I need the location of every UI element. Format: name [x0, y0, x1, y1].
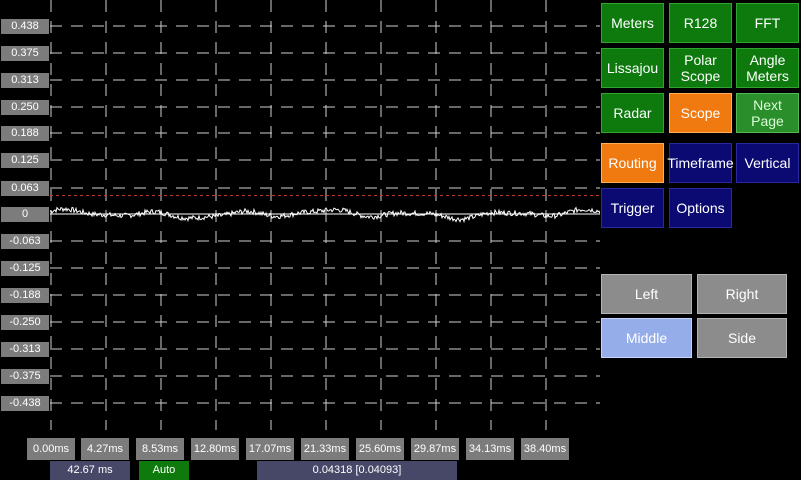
- polar-scope-button[interactable]: Polar Scope: [669, 48, 732, 88]
- timeframe-readout: 42.67 ms: [50, 461, 130, 480]
- x-tick-label: 4.27ms: [81, 438, 129, 460]
- middle-channel-button[interactable]: Middle: [601, 318, 692, 358]
- meters-button[interactable]: Meters: [601, 3, 664, 43]
- x-tick-label: 17.07ms: [246, 438, 294, 460]
- timeframe-button[interactable]: Timeframe: [667, 143, 734, 183]
- left-channel-button[interactable]: Left: [601, 274, 692, 314]
- x-tick-label: 0.00ms: [27, 438, 75, 460]
- level-readout: 0.04318 [0.04093]: [257, 461, 457, 480]
- trigger-mode-badge: Auto: [139, 461, 189, 480]
- status-bar: 42.67 ms Auto 0.04318 [0.04093]: [0, 461, 600, 480]
- routing-button[interactable]: Routing: [601, 143, 664, 183]
- x-tick-label: 29.87ms: [411, 438, 459, 460]
- scope-button[interactable]: Scope: [669, 93, 732, 133]
- x-axis-labels: 0.00ms 4.27ms 8.53ms 12.80ms 17.07ms 21.…: [0, 438, 600, 460]
- options-button[interactable]: Options: [669, 188, 732, 228]
- waveform-trace: [49, 206, 600, 224]
- next-page-button[interactable]: Next Page: [736, 93, 799, 133]
- x-tick-label: 21.33ms: [301, 438, 349, 460]
- x-tick-label: 38.40ms: [521, 438, 569, 460]
- x-tick-label: 12.80ms: [191, 438, 239, 460]
- x-tick-label: 8.53ms: [136, 438, 184, 460]
- angle-meters-button[interactable]: Angle Meters: [736, 48, 799, 88]
- fft-button[interactable]: FFT: [736, 3, 799, 43]
- trigger-button[interactable]: Trigger: [601, 188, 664, 228]
- x-tick-label: 34.13ms: [466, 438, 514, 460]
- r128-button[interactable]: R128: [669, 3, 732, 43]
- lissajou-button[interactable]: Lissajou: [601, 48, 664, 88]
- radar-button[interactable]: Radar: [601, 93, 664, 133]
- oscilloscope-display[interactable]: [0, 0, 600, 430]
- side-channel-button[interactable]: Side: [697, 318, 787, 358]
- vertical-button[interactable]: Vertical: [736, 143, 799, 183]
- right-channel-button[interactable]: Right: [697, 274, 787, 314]
- x-tick-label: 25.60ms: [356, 438, 404, 460]
